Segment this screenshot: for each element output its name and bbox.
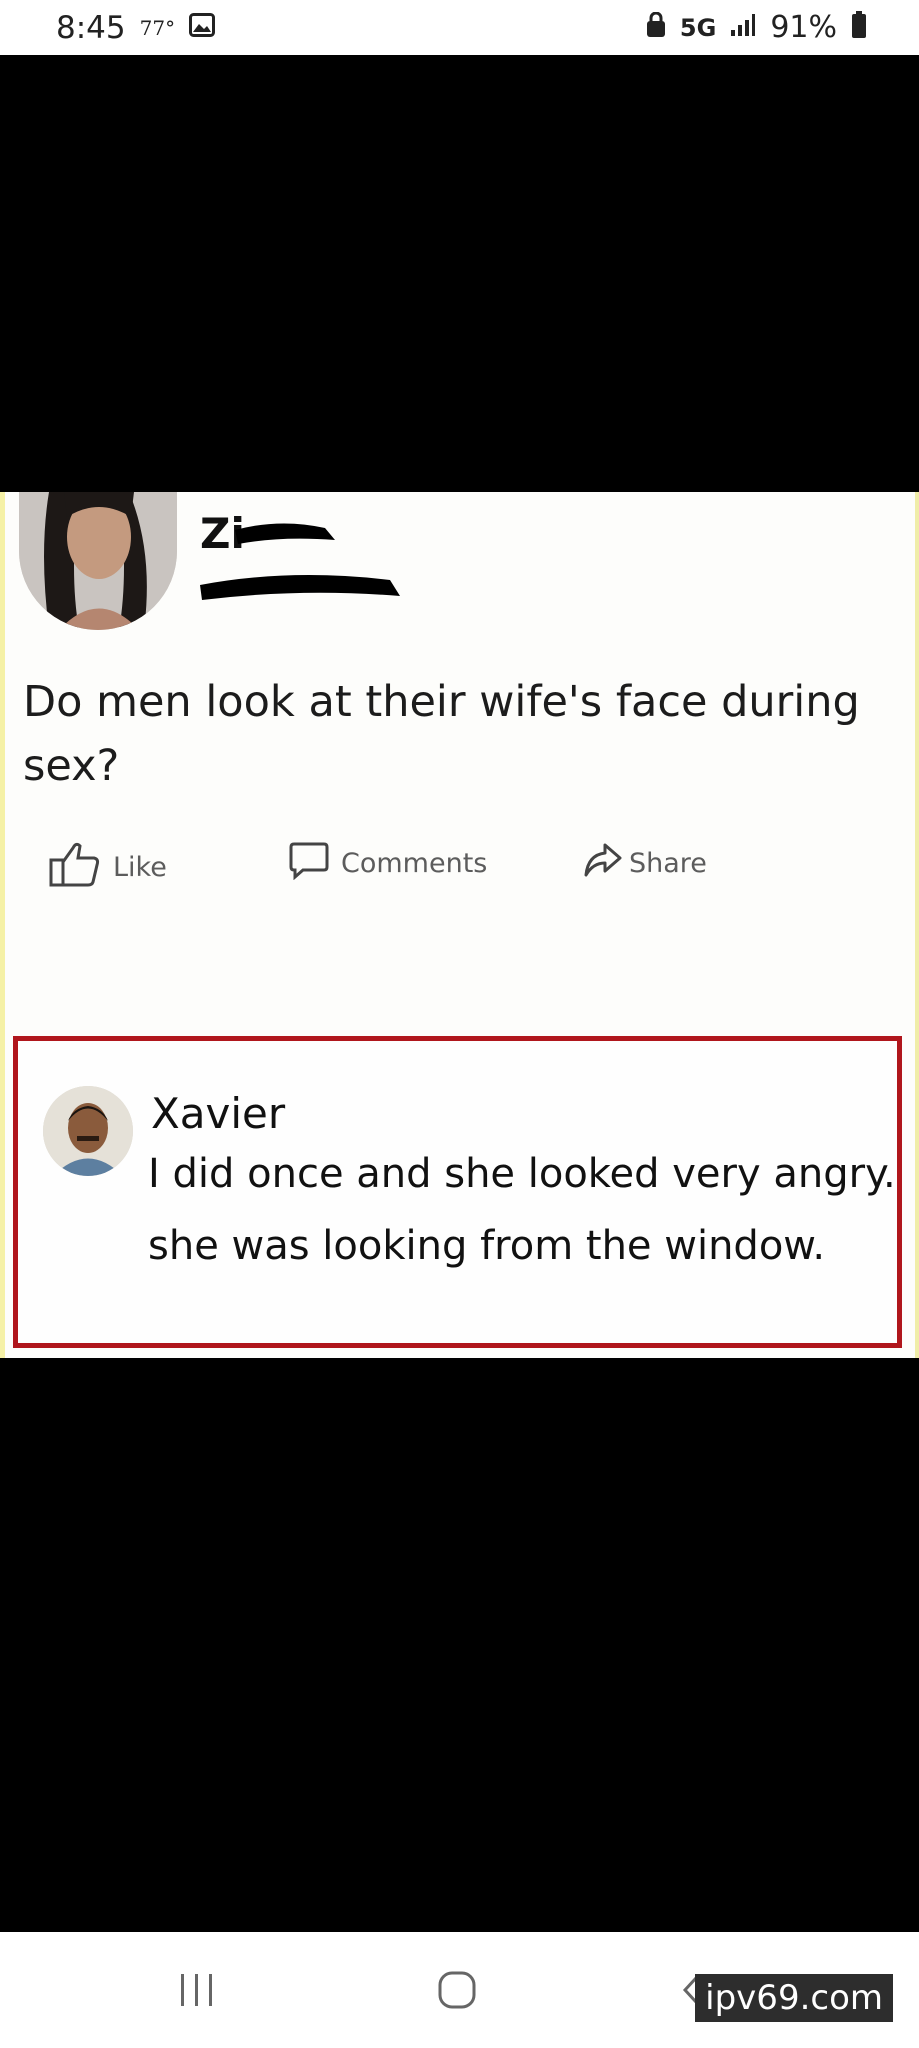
- home-icon: [437, 1970, 477, 2015]
- status-bar: 8:45 77° 5G 91%: [0, 0, 919, 55]
- image-icon: [189, 13, 216, 42]
- home-button[interactable]: [412, 1962, 502, 2022]
- thumbs-up-icon: [49, 840, 101, 895]
- status-network: 5G: [679, 13, 717, 42]
- status-temperature: 77°: [139, 15, 176, 40]
- comment-text-line-1: I did once and she looked very angry.: [148, 1151, 896, 1197]
- comments-button[interactable]: Comments: [289, 840, 487, 887]
- signal-icon: [730, 13, 756, 42]
- commenter-avatar[interactable]: [43, 1086, 133, 1176]
- comments-label: Comments: [341, 848, 488, 879]
- status-battery: 91%: [770, 10, 837, 45]
- author-avatar[interactable]: [19, 492, 177, 630]
- battery-icon: [851, 11, 867, 44]
- status-right: 5G 91%: [646, 10, 867, 45]
- status-left: 8:45 77°: [56, 9, 216, 46]
- status-time: 8:45: [56, 9, 126, 46]
- share-button[interactable]: Share: [583, 842, 707, 885]
- like-button[interactable]: Like: [49, 840, 167, 895]
- comment-box: Xavier I did once and she looked very an…: [13, 1036, 902, 1348]
- commenter-name: Xavier: [151, 1089, 286, 1138]
- share-label: Share: [629, 848, 707, 879]
- comment-bubble-icon: [289, 840, 329, 887]
- like-label: Like: [113, 852, 167, 883]
- lock-icon: [646, 11, 666, 43]
- comment-text-line-2: she was looking from the window.: [148, 1223, 826, 1269]
- author-name-redacted: Zi: [200, 500, 420, 615]
- recent-apps-button[interactable]: [152, 1962, 242, 2022]
- watermark: ipv69.com: [695, 1974, 893, 2022]
- post-text: Do men look at their wife's face during …: [23, 677, 860, 791]
- navigation-bar: ipv69.com: [0, 1932, 919, 2048]
- recent-apps-icon: [177, 1972, 217, 2013]
- share-arrow-icon: [583, 842, 623, 885]
